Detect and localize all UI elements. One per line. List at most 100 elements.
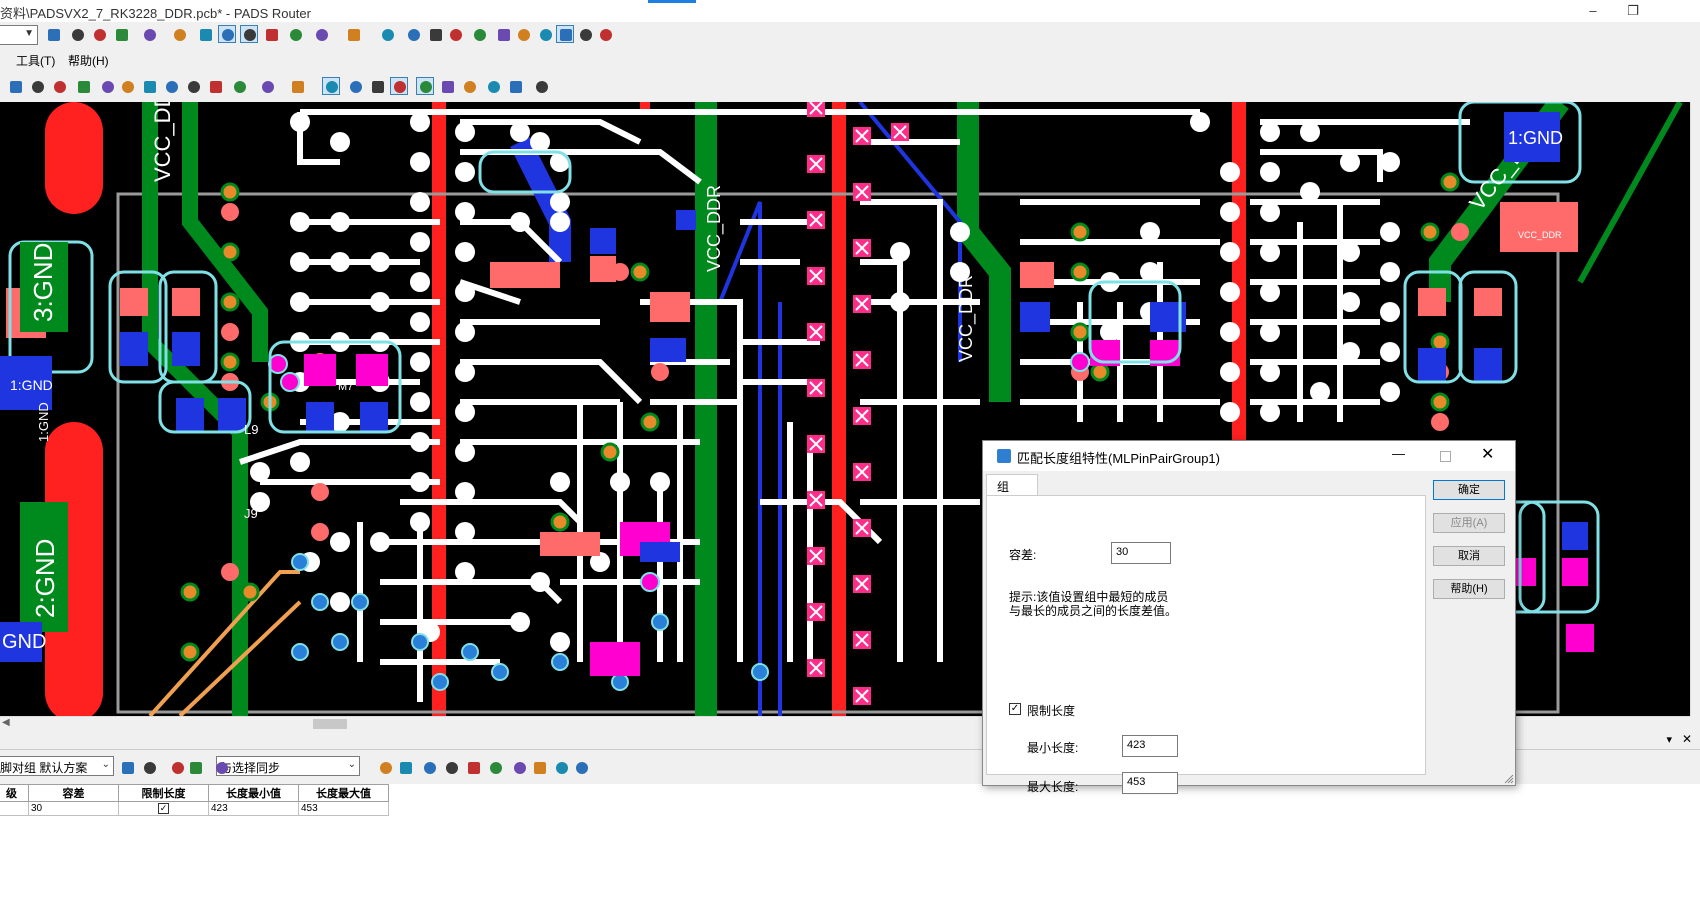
toolbar-tool-icon[interactable] — [494, 25, 512, 43]
toolbar-tool-icon[interactable] — [186, 758, 204, 776]
toolbar-tool-icon[interactable] — [486, 758, 504, 776]
toolbar-tool-icon[interactable] — [98, 77, 116, 95]
tool-glyph-icon — [292, 81, 304, 93]
layer-combo[interactable]: ▼ — [0, 25, 38, 45]
toolbar-tool-icon[interactable] — [288, 77, 306, 95]
sync-combo[interactable]: 与选择同步 ⌄ — [216, 756, 360, 776]
limit-length-checkbox[interactable]: ✓ — [1009, 703, 1021, 715]
vertical-scrollbar[interactable] — [1690, 102, 1700, 716]
toolbar-tool-icon[interactable] — [140, 25, 158, 43]
scroll-thumb[interactable] — [313, 719, 347, 729]
toolbar-tool-icon[interactable] — [464, 758, 482, 776]
toolbar-tool-icon[interactable] — [438, 77, 456, 95]
toolbar-tool-icon[interactable] — [460, 77, 478, 95]
cell-max-length[interactable]: 453 — [298, 801, 389, 816]
table-row[interactable]: 30 ✓ 423 453 — [0, 801, 389, 816]
panel-close-icon[interactable]: ✕ — [1682, 732, 1692, 746]
toolbar-tool-icon[interactable] — [230, 77, 248, 95]
toolbar-tool-icon[interactable] — [312, 25, 330, 43]
toolbar-tool-icon[interactable] — [446, 25, 464, 43]
toolbar-tool-icon[interactable] — [140, 77, 158, 95]
restore-button[interactable]: ❐ — [1610, 0, 1656, 22]
toolbar-tool-icon[interactable] — [556, 25, 574, 43]
toolbar-tool-icon[interactable] — [404, 25, 422, 43]
toolbar-tool-icon[interactable] — [90, 25, 108, 43]
toolbar-tool-icon[interactable] — [170, 25, 188, 43]
ok-button[interactable]: 确定 — [1433, 480, 1505, 500]
standard-toolbar: ▼ — [0, 22, 1700, 48]
tolerance-input[interactable]: 30 — [1111, 542, 1171, 564]
toolbar-tool-icon[interactable] — [426, 25, 444, 43]
toolbar-tool-icon[interactable] — [6, 77, 24, 95]
min-length-input[interactable]: 423 — [1122, 735, 1178, 757]
col-limit-length[interactable]: 限制长度 — [118, 784, 209, 802]
toolbar-tool-icon[interactable] — [50, 77, 68, 95]
toolbar-tool-icon[interactable] — [28, 77, 46, 95]
toolbar-tool-icon[interactable] — [322, 77, 340, 95]
limit-checkbox-icon[interactable]: ✓ — [158, 803, 169, 814]
toolbar-tool-icon[interactable] — [576, 25, 594, 43]
toolbar-tool-icon[interactable] — [572, 758, 590, 776]
toolbar-tool-icon[interactable] — [532, 77, 550, 95]
col-min-length[interactable]: 长度最小值 — [208, 784, 299, 802]
toolbar-tool-icon[interactable] — [112, 25, 130, 43]
toolbar-tool-icon[interactable] — [262, 25, 280, 43]
spreadsheet-grid[interactable]: 级 容差 限制长度 长度最小值 长度最大值 30 ✓ 423 453 — [0, 784, 1700, 899]
toolbar-tool-icon[interactable] — [506, 77, 524, 95]
tab-group[interactable]: 组 — [986, 474, 1038, 496]
toolbar-tool-icon[interactable] — [162, 77, 180, 95]
toolbar-tool-icon[interactable] — [368, 77, 386, 95]
toolbar-tool-icon[interactable] — [212, 758, 230, 776]
cell-level[interactable] — [0, 801, 29, 816]
cancel-button[interactable]: 取消 — [1433, 546, 1505, 566]
menu-help[interactable]: 帮助(H) — [68, 52, 109, 69]
toolbar-tool-icon[interactable] — [536, 25, 554, 43]
dialog-close-icon[interactable]: ✕ — [1481, 444, 1494, 464]
toolbar-tool-icon[interactable] — [118, 77, 136, 95]
toolbar-tool-icon[interactable] — [168, 758, 186, 776]
group-scheme-combo[interactable]: 脚对组 默认方案 ⌄ — [0, 756, 114, 776]
toolbar-tool-icon[interactable] — [118, 758, 136, 776]
toolbar-tool-icon[interactable] — [596, 25, 614, 43]
toolbar-tool-icon[interactable] — [420, 758, 438, 776]
toolbar-tool-icon[interactable] — [530, 758, 548, 776]
toolbar-tool-icon[interactable] — [346, 77, 364, 95]
toolbar-tool-icon[interactable] — [196, 25, 214, 43]
col-tolerance[interactable]: 容差 — [28, 784, 119, 802]
menu-tools[interactable]: 工具(T) — [16, 52, 55, 69]
toolbar-tool-icon[interactable] — [140, 758, 158, 776]
scroll-left-icon[interactable]: ◀ — [2, 717, 10, 728]
toolbar-tool-icon[interactable] — [470, 25, 488, 43]
toolbar-tool-icon[interactable] — [74, 77, 92, 95]
toolbar-tool-icon[interactable] — [258, 77, 276, 95]
toolbar-tool-icon[interactable] — [240, 25, 258, 43]
cell-limit-length[interactable]: ✓ — [118, 801, 209, 816]
toolbar-tool-icon[interactable] — [218, 25, 236, 43]
toolbar-tool-icon[interactable] — [286, 25, 304, 43]
apply-button[interactable]: 应用(A) — [1433, 513, 1505, 533]
toolbar-tool-icon[interactable] — [552, 758, 570, 776]
toolbar-tool-icon[interactable] — [484, 77, 502, 95]
toolbar-tool-icon[interactable] — [514, 25, 532, 43]
toolbar-tool-icon[interactable] — [396, 758, 414, 776]
help-button[interactable]: 帮助(H) — [1433, 579, 1505, 599]
toolbar-tool-icon[interactable] — [376, 758, 394, 776]
toolbar-tool-icon[interactable] — [390, 77, 408, 95]
col-level[interactable]: 级 — [0, 784, 29, 802]
toolbar-tool-icon[interactable] — [416, 77, 434, 95]
toolbar-tool-icon[interactable] — [206, 77, 224, 95]
col-max-length[interactable]: 长度最大值 — [298, 784, 389, 802]
toolbar-tool-icon[interactable] — [378, 25, 396, 43]
panel-menu-icon[interactable]: ▾ — [1666, 733, 1672, 746]
resize-grip-icon[interactable] — [1504, 774, 1514, 784]
toolbar-tool-icon[interactable] — [442, 758, 460, 776]
cell-tolerance[interactable]: 30 — [28, 801, 119, 816]
toolbar-tool-icon[interactable] — [184, 77, 202, 95]
toolbar-tool-icon[interactable] — [510, 758, 528, 776]
toolbar-tool-icon[interactable] — [344, 25, 362, 43]
toolbar-tool-icon[interactable] — [44, 25, 62, 43]
toolbar-tool-icon[interactable] — [68, 25, 86, 43]
dialog-minimize-icon[interactable]: — — [1392, 446, 1405, 461]
max-length-input[interactable]: 453 — [1122, 772, 1178, 794]
cell-min-length[interactable]: 423 — [208, 801, 299, 816]
